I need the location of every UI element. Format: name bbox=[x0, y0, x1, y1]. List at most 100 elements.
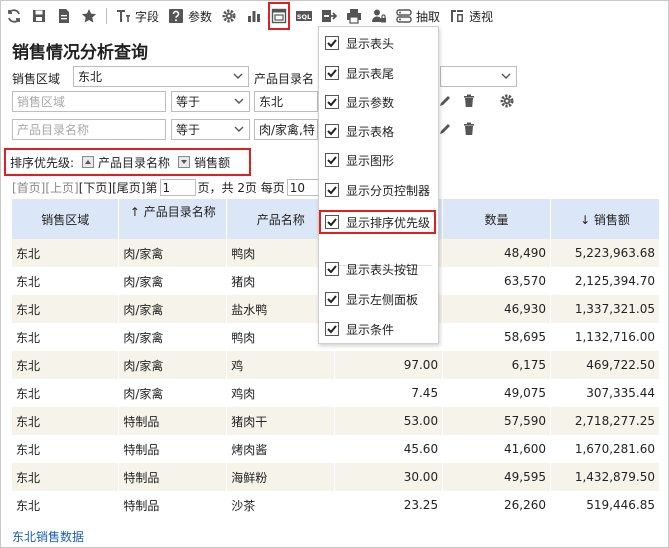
cell-product: 海鲜粉 bbox=[226, 463, 336, 491]
cell-sales: 5,223,963.68 bbox=[550, 239, 660, 267]
condition-value-input-2[interactable]: 肉/家禽,特 bbox=[254, 119, 318, 140]
menu-item-2[interactable]: 显示表尾 bbox=[325, 61, 435, 85]
permission-button[interactable] bbox=[371, 5, 387, 27]
table-row: 东北 特制品 猪肉干 53.00 57,590 2,718,277.25 bbox=[12, 407, 660, 435]
trash-icon[interactable] bbox=[461, 121, 477, 137]
checkbox-icon[interactable] bbox=[325, 66, 339, 80]
cell-quantity: 41,600 bbox=[442, 435, 551, 463]
chevron-down-icon bbox=[234, 98, 244, 104]
menu-item-label: 显示条件 bbox=[346, 322, 395, 337]
condition-operator-select[interactable]: 等于 bbox=[171, 91, 250, 112]
cell-quantity: 48,490 bbox=[442, 239, 551, 267]
menu-item-8[interactable]: 显示表头按钮 bbox=[325, 257, 435, 281]
cell-catalog: 特制品 bbox=[118, 435, 228, 463]
export-button[interactable] bbox=[321, 5, 338, 27]
checkbox-icon[interactable] bbox=[325, 95, 339, 109]
pivot-icon bbox=[451, 10, 464, 22]
chart-button[interactable] bbox=[246, 5, 262, 27]
last-page-link[interactable]: [尾页] bbox=[112, 179, 145, 196]
operator-value: 等于 bbox=[176, 95, 201, 109]
condition-operator-select-2[interactable]: 等于 bbox=[171, 119, 250, 140]
cell-sales: 1,337,321.05 bbox=[550, 295, 660, 323]
condition-field-input-2[interactable]: 产品目录名称 bbox=[12, 119, 166, 140]
menu-item-5[interactable]: 显示图形 bbox=[325, 148, 435, 172]
cell-catalog: 肉/家禽 bbox=[118, 239, 228, 267]
header-quantity[interactable]: 数量 bbox=[442, 199, 551, 239]
catalog-select[interactable] bbox=[440, 66, 517, 87]
field-button[interactable]: 字段 bbox=[115, 5, 159, 27]
menu-item-9[interactable]: 显示左侧面板 bbox=[325, 287, 435, 311]
menu-item-label: 显示表格 bbox=[346, 124, 395, 139]
checkbox-icon[interactable] bbox=[325, 124, 339, 138]
display-options-button[interactable] bbox=[268, 2, 291, 30]
chevron-down-icon bbox=[234, 126, 244, 132]
region-select[interactable]: 东北 bbox=[73, 66, 249, 87]
cell-region: 东北 bbox=[12, 491, 120, 519]
checkbox-icon[interactable] bbox=[325, 36, 339, 50]
save-as-button[interactable] bbox=[56, 5, 72, 27]
pencil-icon[interactable] bbox=[437, 121, 453, 137]
condition-value-input[interactable]: 东北 bbox=[254, 91, 318, 112]
sort-chip-label: 销售额 bbox=[194, 155, 231, 170]
cell-catalog: 肉/家禽 bbox=[118, 323, 228, 351]
user-lock-icon bbox=[372, 9, 387, 23]
cell-sales: 307,335.44 bbox=[550, 379, 660, 407]
cell-region: 东北 bbox=[12, 351, 120, 379]
checkbox-icon[interactable] bbox=[325, 322, 339, 336]
menu-item-1[interactable]: 显示表头 bbox=[325, 31, 435, 55]
header-region[interactable]: 销售区域 bbox=[12, 199, 120, 239]
checkbox-icon[interactable] bbox=[325, 292, 339, 306]
pencil-icon[interactable] bbox=[437, 93, 453, 109]
catalog-label: 产品目录名 bbox=[254, 72, 315, 86]
sort-chip-sales[interactable]: 销售额 bbox=[178, 154, 230, 171]
first-page-link[interactable]: [首页] bbox=[12, 179, 45, 196]
cell-region: 东北 bbox=[12, 463, 120, 491]
menu-item-10[interactable]: 显示条件 bbox=[325, 317, 435, 341]
checkbox-icon[interactable] bbox=[325, 183, 339, 197]
param-button[interactable]: 参数 bbox=[168, 5, 212, 27]
menu-item-7[interactable]: 显示排序优先级 bbox=[319, 210, 436, 234]
gear-icon bbox=[222, 9, 236, 23]
cell-catalog: 特制品 bbox=[118, 463, 228, 491]
print-button[interactable] bbox=[346, 5, 362, 27]
extract-button[interactable]: 抽取 bbox=[396, 5, 440, 27]
header-sales[interactable]: ↓ 销售额 bbox=[550, 199, 660, 239]
trash-icon[interactable] bbox=[461, 93, 477, 109]
pivot-button[interactable]: 透视 bbox=[449, 5, 493, 27]
extract-label: 抽取 bbox=[416, 9, 441, 24]
page-suffix: 页，共 2页 每页 bbox=[197, 181, 285, 195]
next-page-link[interactable]: [下页] bbox=[79, 179, 112, 196]
checkbox-icon[interactable] bbox=[325, 215, 339, 229]
menu-item-4[interactable]: 显示表格 bbox=[325, 119, 435, 143]
header-catalog[interactable]: ↑ 产品目录名称 bbox=[118, 199, 228, 239]
toolbar-separator bbox=[106, 8, 107, 24]
cell-catalog: 肉/家禽 bbox=[118, 267, 228, 295]
settings-button[interactable] bbox=[221, 5, 237, 27]
save-button[interactable] bbox=[31, 5, 47, 27]
chevron-down-icon bbox=[501, 73, 511, 79]
bar-chart-icon bbox=[248, 11, 261, 22]
table-row: 东北 特制品 沙茶 23.25 26,260 519,446.85 bbox=[12, 491, 660, 519]
checkbox-icon[interactable] bbox=[325, 262, 339, 276]
refresh-button[interactable] bbox=[6, 5, 22, 27]
condition-field-input[interactable]: 销售区域 bbox=[12, 91, 166, 112]
page-number-input[interactable]: 1 bbox=[159, 179, 196, 196]
menu-item-label: 显示参数 bbox=[346, 95, 395, 110]
gear-icon[interactable] bbox=[499, 93, 515, 109]
sql-button[interactable]: SQL bbox=[296, 5, 313, 27]
cell-price: 97.00 bbox=[334, 351, 444, 379]
cell-catalog: 肉/家禽 bbox=[118, 351, 228, 379]
checkbox-icon[interactable] bbox=[325, 153, 339, 167]
table-row: 东北 特制品 海鲜粉 30.00 49,595 1,432,879.50 bbox=[12, 463, 660, 491]
footer-link[interactable]: 东北销售数据 bbox=[12, 528, 84, 545]
star-icon bbox=[81, 9, 97, 23]
menu-item-3[interactable]: 显示参数 bbox=[325, 90, 435, 114]
cell-catalog: 肉/家禽 bbox=[118, 379, 228, 407]
menu-item-label: 显示分页控制器 bbox=[346, 183, 431, 198]
favorite-button[interactable] bbox=[81, 5, 97, 27]
menu-item-6[interactable]: 显示分页控制器 bbox=[325, 178, 435, 202]
sort-chip-catalog[interactable]: 产品目录名称 bbox=[82, 154, 170, 171]
cell-product: 猪肉干 bbox=[226, 407, 336, 435]
prev-page-link[interactable]: [上页] bbox=[45, 179, 78, 196]
cell-price: 53.00 bbox=[334, 407, 444, 435]
